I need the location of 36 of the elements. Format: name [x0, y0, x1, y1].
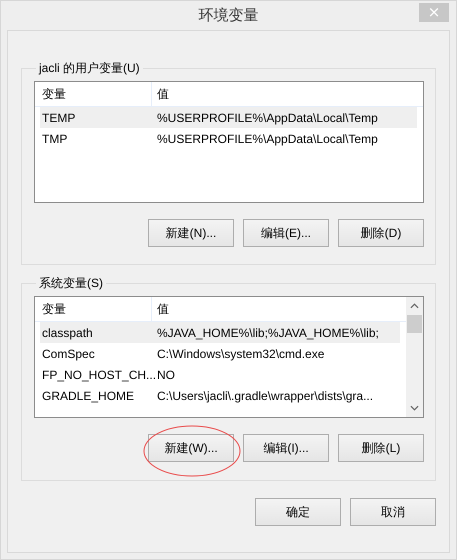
window-title: 环境变量 [198, 6, 258, 25]
dialog-button[interactable]: 删除(D) [338, 219, 424, 247]
selected-list-row[interactable]: TEMP %USERPROFILE%\AppData\Local\Temp [40, 107, 417, 128]
dialog-button[interactable]: 新建(N)... [148, 219, 234, 247]
column-header[interactable]: 变量 [35, 297, 152, 321]
variable-value: %USERPROFILE%\AppData\Local\Temp [156, 132, 378, 146]
list-row[interactable]: ComSpec C:\Windows\system32\cmd.exe [40, 343, 400, 364]
variable-name: TEMP [41, 110, 76, 124]
group-label: 系统变量(S) [38, 275, 104, 292]
dialog-button[interactable]: 编辑(E)... [243, 219, 329, 247]
list-row[interactable]: FP_NO_HOST_CH...NO [40, 364, 400, 385]
variable-name: TMP [41, 132, 68, 146]
dialog-button[interactable]: 新建(W)... [148, 434, 234, 462]
column-header[interactable]: 变量 [35, 82, 152, 106]
scroll-down-icon[interactable] [410, 405, 419, 411]
dialog-button[interactable]: 编辑(I)... [243, 434, 329, 462]
group-label: jacli 的用户变量(U) [38, 60, 141, 77]
column-header[interactable]: 值 [152, 82, 169, 106]
selected-list-row[interactable]: classpath %JAVA_HOME%\lib;%JAVA_HOME%\lib; [40, 322, 400, 343]
variable-value: %JAVA_HOME%\lib;%JAVA_HOME%\lib; [156, 326, 379, 340]
dialog-button[interactable]: 确定 [255, 498, 341, 526]
variable-name: classpath [41, 326, 94, 340]
variable-value: C:\Users\jacli\.gradle\wrapper\dists\gra... [156, 388, 374, 402]
scrollbar[interactable] [406, 297, 423, 417]
variable-value: NO [156, 368, 175, 382]
variable-name: GRADLE_HOME [41, 388, 136, 402]
list-row[interactable]: GRADLE_HOME C:\Users\jacli\.gradle\wrapper\dists\gra... [40, 385, 400, 406]
scrollbar-thumb[interactable] [407, 315, 422, 333]
scroll-up-icon[interactable] [410, 303, 419, 309]
dialog-button[interactable]: 取消 [350, 498, 436, 526]
list-row[interactable]: TMP %USERPROFILE%\AppData\Local\Temp [40, 128, 417, 149]
variable-value: %USERPROFILE%\AppData\Local\Temp [156, 110, 378, 124]
variable-name: ComSpec [41, 346, 96, 360]
dialog-button[interactable]: 删除(L) [338, 434, 424, 462]
variable-value: C:\Windows\system32\cmd.exe [156, 346, 324, 360]
column-header[interactable]: 值 [152, 297, 169, 321]
